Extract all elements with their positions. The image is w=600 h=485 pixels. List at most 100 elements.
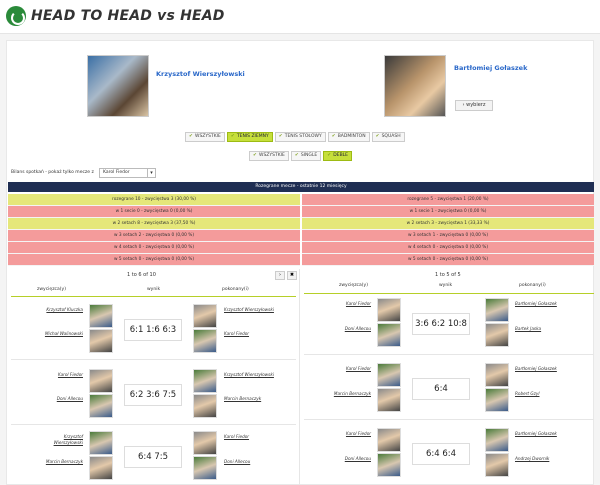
- winner-2[interactable]: Doni Allecou: [35, 396, 83, 402]
- tab-doubles[interactable]: ✔ DEBLE: [323, 151, 353, 161]
- chevron-down-icon: ▾: [147, 169, 155, 177]
- winner-1-photo: [377, 428, 401, 452]
- winner-1[interactable]: Karol Fiedor: [323, 301, 371, 307]
- loser-2[interactable]: Andrzej Dworník: [515, 456, 570, 462]
- tab-squash[interactable]: ✔ SQUASH: [371, 132, 405, 142]
- winner-2-photo: [89, 456, 113, 480]
- left-pager-text: 1 to 6 of 10: [127, 272, 156, 278]
- match-score: 6:1 1:6 6:3: [124, 319, 182, 341]
- right-pager-text: 1 to 5 of 5: [435, 272, 461, 278]
- col-result: wynik: [147, 287, 161, 292]
- loser-1[interactable]: Krzysztof Wierszyłowski: [224, 372, 279, 378]
- header: HEAD TO HEAD vs HEAD: [0, 0, 600, 34]
- left-header-line: [11, 296, 296, 297]
- stat-row: w 2 setach 8 - zwycięstwa 3 (37,50 %): [8, 218, 300, 230]
- page-title: HEAD TO HEAD vs HEAD: [31, 8, 225, 24]
- winner-1[interactable]: Krzysztof Kluczka: [35, 307, 83, 313]
- tab-label: TENIS ZIEMNY: [236, 134, 269, 139]
- winner-1[interactable]: Karol Fiedor: [323, 431, 371, 437]
- col-losers: pokonany(i): [519, 283, 546, 288]
- loser-1[interactable]: Bartłomiej Gołaszek: [515, 301, 570, 307]
- loser-2-photo: [193, 394, 217, 418]
- loser-2[interactable]: Karol Fiedor: [224, 331, 279, 337]
- match-score: 6:4 6:4: [412, 443, 470, 465]
- winner-1-photo: [377, 363, 401, 387]
- tab-table-tennis[interactable]: ✔ TENIS STOŁOWY: [274, 132, 326, 142]
- filter-label: Bilans spotkań - pokaż tylko mecze z: [11, 170, 94, 175]
- winner-2[interactable]: Marcin Bernaczyk: [35, 459, 83, 465]
- loser-1[interactable]: Bartłomiej Gołaszek: [515, 431, 570, 437]
- match-score: 6:4: [412, 378, 470, 400]
- winner-2-photo: [377, 453, 401, 477]
- winner-2-photo: [377, 323, 401, 347]
- loser-2[interactable]: Marcin Bernaczyk: [224, 396, 279, 402]
- stats-right: rozegrane 5 - zwycięstwa 1 (20,00 %) w 1…: [302, 194, 594, 266]
- winner-1[interactable]: Krzysztof Wierszyłowski: [35, 434, 83, 446]
- tab-tennis[interactable]: ✔ TENIS ZIEMNY: [226, 132, 273, 142]
- winner-2-photo: [89, 394, 113, 418]
- stat-row: w 3 setach 2 - zwycięstwa 0 (0,00 %): [8, 230, 300, 242]
- sport-tabs: ✔ WSZYSTKIE ✔ TENIS ZIEMNY ✔ TENIS STOŁOWY …: [185, 132, 407, 142]
- col-winners: zwycięzca(y): [37, 287, 66, 292]
- stat-row: w 1 secie 1 - zwycięstwa 0 (0,00 %): [302, 206, 594, 218]
- tab-label: SQUASH: [381, 134, 401, 139]
- select-player-button[interactable]: › wybierz: [455, 100, 493, 111]
- stats-left: rozegrane 10 - zwycięstwa 3 (30,00 %) w …: [8, 194, 300, 266]
- player1-photo: [87, 55, 149, 117]
- col-winners: zwycięzca(y): [339, 283, 368, 288]
- row-separator: [11, 424, 296, 425]
- winner-1-photo: [377, 298, 401, 322]
- stat-row: w 5 setach 0 - zwycięstwa 0 (0,00 %): [302, 254, 594, 266]
- tab-label: BADMINTON: [337, 134, 366, 139]
- winner-1[interactable]: Karol Fiedor: [35, 372, 83, 378]
- loser-1[interactable]: Karol Fiedor: [224, 434, 279, 440]
- tab-badminton[interactable]: ✔ BADMINTON: [327, 132, 370, 142]
- loser-2-photo: [485, 388, 509, 412]
- stat-row: w 4 setach 0 - zwycięstwa 0 (0,00 %): [302, 242, 594, 254]
- stat-row: w 5 setach 0 - zwycięstwa 0 (0,00 %): [8, 254, 300, 266]
- close-button[interactable]: ✖: [287, 271, 297, 280]
- main-panel: Krzysztof Wierszyłowski Bartłomiej Gołas…: [6, 40, 594, 485]
- player1-name[interactable]: Krzysztof Wierszyłowski: [156, 70, 245, 78]
- winner-2[interactable]: Marcin Bernaczyk: [323, 391, 371, 397]
- opponent-select[interactable]: Karol Fiedor ▾: [99, 168, 156, 178]
- page: HEAD TO HEAD vs HEAD Krzysztof Wierszyło…: [0, 0, 600, 485]
- loser-2[interactable]: Bartek Jaska: [515, 326, 570, 332]
- winner-2-photo: [89, 329, 113, 353]
- loser-2[interactable]: Doni Allecou: [224, 459, 279, 465]
- select-button-label: wybierz: [466, 102, 486, 108]
- loser-2-photo: [193, 329, 217, 353]
- stat-row: w 2 setach 3 - zwycięstwa 1 (33,33 %): [302, 218, 594, 230]
- loser-1-photo: [485, 298, 509, 322]
- tab-label: WSZYSTKIE: [195, 134, 221, 139]
- tab-all-sports[interactable]: ✔ WSZYSTKIE: [185, 132, 225, 142]
- tab-singles[interactable]: ✔ SINGLE: [290, 151, 322, 161]
- row-separator: [304, 419, 594, 420]
- loser-2-photo: [485, 453, 509, 477]
- winner-2[interactable]: Michał Walinowski: [35, 331, 83, 337]
- player2-photo: [384, 55, 446, 117]
- tab-label: WSZYSTKIE: [259, 153, 285, 158]
- col-result: wynik: [439, 283, 453, 288]
- loser-1[interactable]: Bartłomiej Gołaszek: [515, 366, 570, 372]
- match-type-tabs: ✔ WSZYSTKIE ✔ SINGLE ✔ DEBLE: [249, 151, 354, 161]
- loser-1-photo: [485, 363, 509, 387]
- winner-1[interactable]: Karol Fiedor: [323, 366, 371, 372]
- winner-2[interactable]: Doni Allecou: [323, 326, 371, 332]
- loser-1-photo: [193, 369, 217, 393]
- loser-1-photo: [193, 304, 217, 328]
- logo-icon: [6, 6, 26, 26]
- match-score: 6:2 3:6 7:5: [124, 384, 182, 406]
- next-page-button[interactable]: ›: [275, 271, 285, 280]
- player2-name[interactable]: Bartłomiej Gołaszek: [454, 64, 527, 72]
- stat-row: w 1 secie 0 - zwycięstwa 0 (0,00 %): [8, 206, 300, 218]
- loser-1[interactable]: Krzysztof Wierszyłowski: [224, 307, 279, 313]
- loser-2-photo: [485, 323, 509, 347]
- loser-2[interactable]: Robert Gzyl: [515, 391, 570, 397]
- stat-row: rozegrane 10 - zwycięstwa 3 (30,00 %): [8, 194, 300, 206]
- winner-2[interactable]: Doni Allecou: [323, 456, 371, 462]
- tab-all-types[interactable]: ✔ WSZYSTKIE: [249, 151, 289, 161]
- winner-2-photo: [377, 388, 401, 412]
- match-score: 3:6 6:2 10:8: [412, 313, 470, 335]
- winner-1-photo: [89, 431, 113, 455]
